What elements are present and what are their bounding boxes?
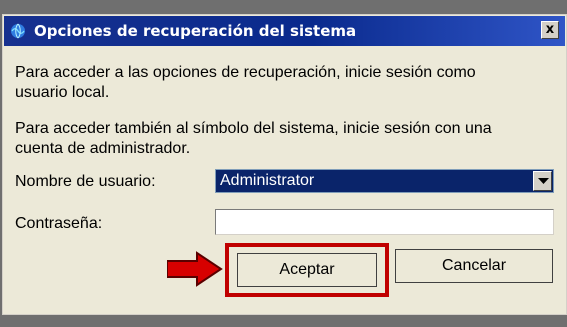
recovery-dialog: Opciones de recuperación del sistema x P… (2, 14, 567, 315)
instruction-line-3: Para acceder también al símbolo del sist… (15, 120, 492, 137)
close-button[interactable]: x (541, 21, 559, 39)
password-field[interactable] (215, 209, 554, 235)
username-select-value: Administrator (220, 172, 315, 189)
instruction-line-2: usuario local. (15, 84, 110, 101)
username-label: Nombre de usuario: (15, 173, 156, 190)
window-title: Opciones de recuperación del sistema (34, 22, 357, 40)
accept-highlight: Aceptar (225, 243, 389, 297)
accept-button[interactable]: Aceptar (237, 253, 377, 287)
globe-icon (11, 23, 25, 39)
instruction-line-1: Para acceder a las opciones de recuperac… (15, 64, 476, 81)
chevron-down-icon (538, 178, 549, 184)
dropdown-button[interactable] (533, 171, 552, 191)
password-label: Contraseña: (15, 215, 103, 232)
title-bar: Opciones de recuperación del sistema x (4, 16, 565, 46)
arrow-right-icon (167, 251, 223, 287)
instruction-line-4: cuenta de administrador. (15, 140, 191, 157)
cancel-button[interactable]: Cancelar (395, 249, 553, 283)
username-select[interactable]: Administrator (215, 169, 554, 193)
bottom-strip (0, 315, 567, 327)
